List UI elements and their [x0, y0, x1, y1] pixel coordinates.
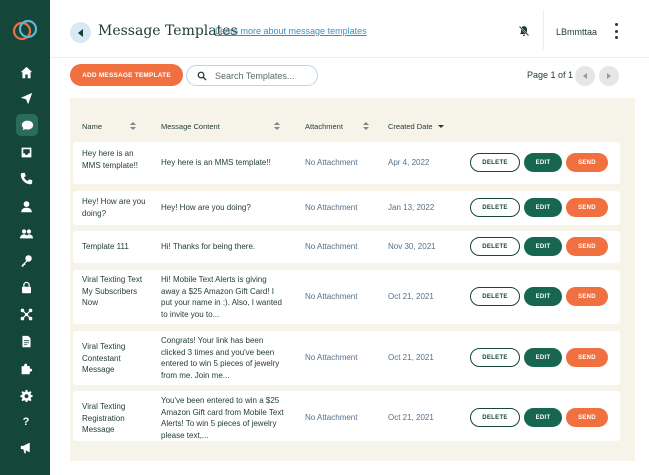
- table-row: Hey here is an MMS template!! Hey here i…: [73, 142, 620, 184]
- template-date: Oct 21, 2021: [388, 292, 434, 301]
- table-row: Viral Texting Text My Subscribers Now Hi…: [73, 270, 620, 324]
- template-name: Hey here is an MMS template!!: [82, 149, 139, 170]
- edit-button[interactable]: EDIT: [524, 408, 562, 427]
- template-name: Viral Texting Contestant Message: [82, 342, 126, 374]
- next-page-button[interactable]: [599, 66, 619, 86]
- settings-icon[interactable]: [17, 386, 35, 404]
- sort-icon[interactable]: [363, 122, 369, 131]
- search-box: [186, 65, 318, 86]
- template-date: Oct 21, 2021: [388, 413, 434, 422]
- delete-button[interactable]: DELETE: [470, 198, 520, 217]
- table-header: Name Message Content Attachment Created …: [70, 118, 635, 134]
- sidebar: ?: [0, 0, 50, 475]
- template-date: Nov 30, 2021: [388, 242, 436, 251]
- edit-button[interactable]: EDIT: [524, 153, 562, 172]
- table-row: Hey! How are you doing? Hey! How are you…: [73, 191, 620, 225]
- template-name: Hey! How are you doing?: [82, 197, 146, 218]
- template-name: Template 111: [82, 242, 129, 251]
- template-name: Viral Texting Text My Subscribers Now: [82, 275, 143, 307]
- previous-page-button[interactable]: [575, 66, 595, 86]
- template-attachment: No Attachment: [305, 203, 358, 212]
- template-name: Viral Texting Registration Message: [82, 402, 126, 433]
- home-icon[interactable]: [17, 63, 35, 81]
- template-date: Jan 13, 2022: [388, 203, 435, 212]
- template-date: Oct 21, 2021: [388, 353, 434, 362]
- edit-button[interactable]: EDIT: [524, 237, 562, 256]
- user-name[interactable]: LBmmttaa: [556, 27, 597, 37]
- template-content: Hey! How are you doing?: [161, 203, 251, 212]
- megaphone-icon[interactable]: [17, 438, 35, 456]
- template-date: Apr 4, 2022: [388, 158, 430, 167]
- send-button[interactable]: SEND: [566, 348, 608, 367]
- column-header-content[interactable]: Message Content: [161, 122, 220, 131]
- delete-button[interactable]: DELETE: [470, 348, 520, 367]
- table-row: Viral Texting Contestant Message Congrat…: [73, 331, 620, 385]
- sort-icon[interactable]: [130, 122, 136, 131]
- edit-button[interactable]: EDIT: [524, 198, 562, 217]
- search-icon: [197, 71, 207, 81]
- template-attachment: No Attachment: [305, 242, 358, 251]
- header: Message Templates Learn more about messa…: [50, 0, 649, 58]
- template-attachment: No Attachment: [305, 413, 358, 422]
- search-input[interactable]: [215, 69, 313, 82]
- send-button[interactable]: SEND: [566, 153, 608, 172]
- bell-off-icon[interactable]: [518, 25, 530, 37]
- logo: [13, 19, 37, 41]
- learn-more-link[interactable]: Learn more about message templates: [215, 26, 367, 36]
- phone-icon[interactable]: [17, 169, 35, 187]
- send-button[interactable]: SEND: [566, 198, 608, 217]
- column-header-attachment[interactable]: Attachment: [305, 122, 343, 131]
- edit-button[interactable]: EDIT: [524, 348, 562, 367]
- template-attachment: No Attachment: [305, 158, 358, 167]
- template-content: Congrats! Your link has been clicked 3 t…: [161, 336, 280, 380]
- add-message-template-button[interactable]: ADD MESSAGE TEMPLATE: [70, 64, 183, 86]
- table-row: Viral Texting Registration Message You'v…: [73, 391, 620, 441]
- page-info: Page 1 of 1: [527, 70, 574, 80]
- document-icon[interactable]: [17, 332, 35, 350]
- back-button[interactable]: [70, 22, 91, 43]
- group-icon[interactable]: [17, 224, 35, 242]
- sort-desc-icon[interactable]: [438, 122, 444, 131]
- template-content: Hi! Mobile Text Alerts is giving away a …: [161, 275, 282, 319]
- header-divider: [543, 10, 544, 50]
- template-content: Hey here is an MMS template!!: [161, 158, 271, 167]
- templates-table: Name Message Content Attachment Created …: [70, 98, 635, 461]
- delete-button[interactable]: DELETE: [470, 408, 520, 427]
- template-attachment: No Attachment: [305, 292, 358, 301]
- puzzle-icon[interactable]: [17, 359, 35, 377]
- key-icon[interactable]: [17, 251, 35, 269]
- user-icon[interactable]: [17, 197, 35, 215]
- sort-icon[interactable]: [274, 122, 280, 131]
- network-icon[interactable]: [17, 305, 35, 323]
- send-button[interactable]: SEND: [566, 408, 608, 427]
- send-icon[interactable]: [17, 89, 35, 107]
- table-row: Template 111 Hi! Thanks for being there.…: [73, 231, 620, 263]
- edit-button[interactable]: EDIT: [524, 287, 562, 306]
- chat-bubble-icon[interactable]: [16, 114, 38, 136]
- column-header-created-date[interactable]: Created Date: [388, 122, 433, 131]
- delete-button[interactable]: DELETE: [470, 287, 520, 306]
- send-button[interactable]: SEND: [566, 287, 608, 306]
- send-button[interactable]: SEND: [566, 237, 608, 256]
- template-attachment: No Attachment: [305, 353, 358, 362]
- inbox-icon[interactable]: [17, 143, 35, 161]
- column-header-name[interactable]: Name: [82, 122, 102, 131]
- delete-button[interactable]: DELETE: [470, 153, 520, 172]
- lock-icon[interactable]: [17, 278, 35, 296]
- help-icon[interactable]: ?: [17, 413, 35, 431]
- template-content: Hi! Thanks for being there.: [161, 242, 256, 251]
- template-content: You've been entered to win a $25 Amazon …: [161, 396, 284, 440]
- more-options-icon[interactable]: [611, 23, 621, 39]
- delete-button[interactable]: DELETE: [470, 237, 520, 256]
